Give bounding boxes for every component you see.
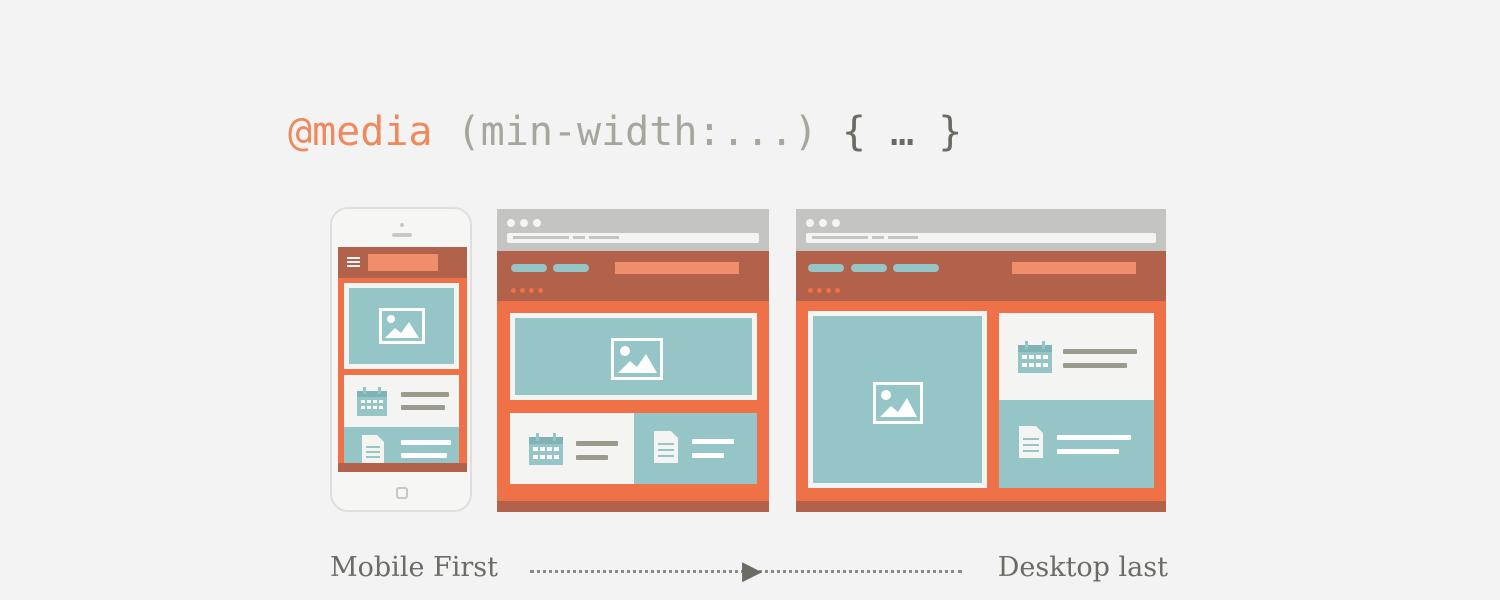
media-condition: (min-width:...) — [456, 109, 818, 155]
text-line — [1057, 449, 1119, 454]
desktop-document-card — [999, 400, 1154, 488]
at-rule: @media — [288, 109, 433, 155]
nav-pill — [851, 264, 887, 272]
dot-indicator — [511, 288, 516, 293]
dot-indicator — [835, 288, 840, 293]
window-dot — [819, 219, 827, 227]
nav-pill — [808, 264, 844, 272]
dot-indicator — [808, 288, 813, 293]
header-title-bar — [1012, 262, 1136, 274]
desktop-hero-card — [808, 311, 987, 488]
caption: Mobile First ▶ Desktop last — [330, 552, 1168, 592]
desktop-calendar-card — [999, 313, 1154, 400]
image-placeholder-icon — [611, 338, 663, 380]
arrow-right-icon: ▶ — [742, 556, 762, 586]
phone-speaker-dot — [400, 223, 404, 227]
text-line — [401, 453, 447, 458]
document-icon — [654, 431, 678, 463]
nav-pill — [511, 264, 547, 272]
phone-header — [338, 247, 467, 278]
address-bar — [806, 233, 1156, 243]
calendar-icon — [357, 387, 387, 416]
phone-title-bar — [368, 254, 438, 271]
text-line — [576, 441, 618, 446]
document-icon — [362, 435, 384, 463]
window-dot — [832, 219, 840, 227]
phone-hero-image — [349, 288, 454, 364]
text-line — [1063, 363, 1127, 368]
image-placeholder-icon — [379, 308, 425, 344]
phone-document-card — [344, 427, 459, 463]
nav-pill — [893, 264, 939, 272]
window-dot — [520, 219, 528, 227]
text-line — [401, 440, 451, 445]
phone-hero-card — [344, 283, 459, 369]
tablet-header — [497, 251, 769, 301]
phone-calendar-card — [344, 375, 459, 427]
text-line — [692, 439, 734, 444]
media-query-code: @media (min-width:...) { … } — [288, 104, 962, 160]
calendar-icon — [1018, 341, 1052, 373]
text-line — [1057, 435, 1131, 440]
code-block: { … } — [841, 109, 963, 155]
window-dot — [533, 219, 541, 227]
phone-footer — [338, 463, 467, 472]
dot-indicator — [826, 288, 831, 293]
tablet-footer — [497, 501, 769, 512]
tablet-hero-image — [515, 318, 752, 395]
calendar-icon — [529, 433, 563, 465]
desktop-hero-image — [813, 316, 982, 483]
text-line — [401, 392, 449, 397]
tablet-document-card — [634, 413, 757, 484]
tablet-browser-chrome — [497, 209, 769, 251]
desktop-browser-chrome — [796, 209, 1166, 251]
header-title-bar — [615, 262, 739, 274]
dot-indicator — [538, 288, 543, 293]
text-line — [576, 455, 608, 460]
tablet-hero-card — [510, 313, 757, 400]
window-dot — [507, 219, 515, 227]
hamburger-menu-icon — [347, 257, 360, 267]
caption-mobile-first: Mobile First — [330, 552, 498, 583]
window-dot — [806, 219, 814, 227]
document-icon — [1019, 426, 1043, 458]
tablet-calendar-card — [510, 413, 634, 484]
caption-desktop-last: Desktop last — [997, 552, 1168, 583]
phone-home-button — [396, 487, 408, 499]
nav-pill — [553, 264, 589, 272]
desktop-header — [796, 251, 1166, 301]
address-bar — [507, 233, 759, 243]
text-line — [1063, 349, 1137, 354]
desktop-footer — [796, 501, 1166, 512]
image-placeholder-icon — [873, 382, 923, 424]
text-line — [692, 453, 724, 458]
dot-indicator — [529, 288, 534, 293]
dot-indicator — [817, 288, 822, 293]
dot-indicator — [520, 288, 525, 293]
text-line — [401, 405, 445, 410]
phone-speaker — [392, 233, 412, 237]
